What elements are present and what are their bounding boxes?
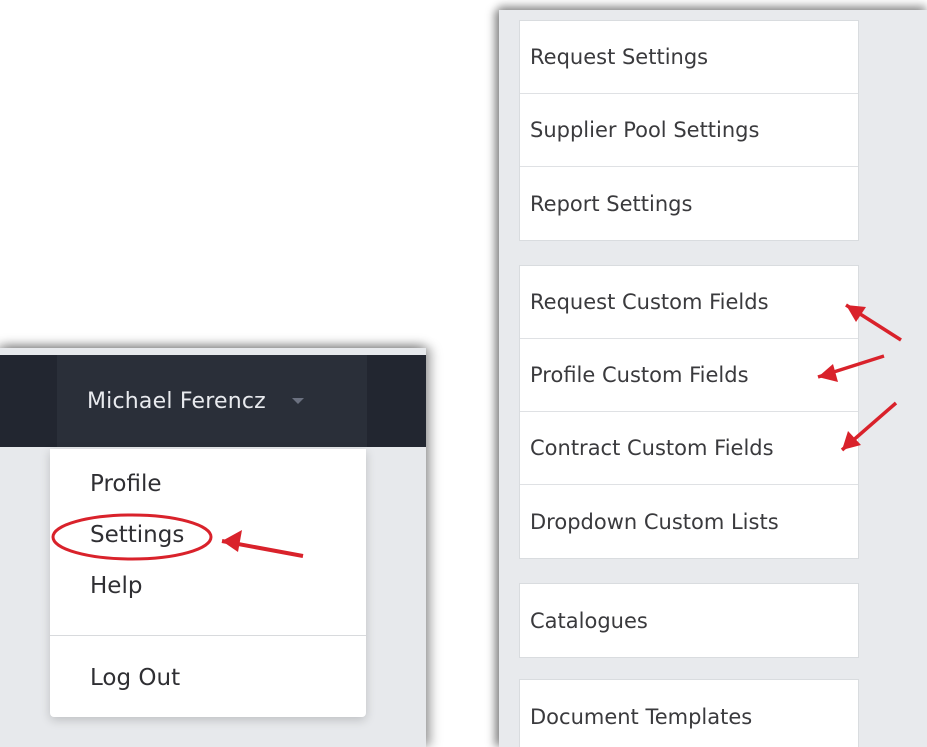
menu-divider	[50, 635, 366, 636]
nav-item-request-settings[interactable]: Request Settings	[520, 21, 858, 94]
nav-item-request-custom-fields[interactable]: Request Custom Fields	[520, 266, 858, 339]
nav-item-document-templates[interactable]: Document Templates	[520, 680, 858, 747]
user-menu-toggle[interactable]: Michael Ferencz	[57, 355, 367, 447]
menu-item-help[interactable]: Help	[90, 573, 142, 599]
nav-item-profile-custom-fields[interactable]: Profile Custom Fields	[520, 339, 858, 412]
top-navbar: Michael Ferencz	[0, 355, 426, 447]
nav-item-report-settings[interactable]: Report Settings	[520, 167, 858, 240]
user-menu-panel: Michael Ferencz Profile Settings Help Lo…	[0, 348, 426, 747]
settings-group-documents: Document Templates	[519, 679, 859, 747]
nav-item-contract-custom-fields[interactable]: Contract Custom Fields	[520, 412, 858, 485]
nav-item-catalogues[interactable]: Catalogues	[520, 584, 858, 657]
caret-down-icon	[291, 398, 304, 404]
user-name: Michael Ferencz	[87, 388, 266, 414]
nav-item-dropdown-custom-lists[interactable]: Dropdown Custom Lists	[520, 485, 858, 558]
settings-nav-panel: Request Settings Supplier Pool Settings …	[499, 10, 927, 747]
settings-group-custom-fields: Request Custom Fields Profile Custom Fie…	[519, 265, 859, 559]
settings-group-general: Request Settings Supplier Pool Settings …	[519, 20, 859, 241]
menu-item-settings[interactable]: Settings	[90, 522, 184, 548]
user-dropdown-menu: Profile Settings Help Log Out	[50, 449, 366, 717]
settings-group-catalogues: Catalogues	[519, 583, 859, 658]
menu-item-log-out[interactable]: Log Out	[90, 665, 180, 691]
menu-item-profile[interactable]: Profile	[90, 471, 162, 497]
nav-item-supplier-pool-settings[interactable]: Supplier Pool Settings	[520, 94, 858, 167]
